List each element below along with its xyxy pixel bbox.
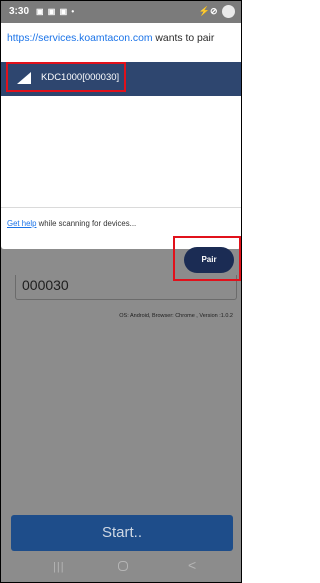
get-help-link[interactable]: Get help <box>7 219 36 228</box>
pair-request-text: wants to pair <box>152 33 215 44</box>
site-origin: https://services.koamtacon.com <box>7 33 153 44</box>
back-icon[interactable]: < <box>188 557 196 573</box>
dialog-title: https://services.koamtacon.com wants to … <box>7 33 214 44</box>
device-list: KDC1000[000030] <box>1 62 241 242</box>
scan-status: Get help while scanning for devices... <box>7 219 136 228</box>
dialog-divider <box>1 207 241 208</box>
pair-button[interactable]: Pair <box>184 247 234 273</box>
battery-icon <box>222 5 235 18</box>
start-button[interactable]: Start.. <box>11 515 233 551</box>
system-status-icons: ⚡⊘ <box>199 5 235 18</box>
device-id-value: 000030 <box>22 277 69 293</box>
home-icon[interactable] <box>118 561 128 571</box>
scan-status-text: while scanning for devices... <box>36 219 137 228</box>
device-highlight-box <box>6 62 126 92</box>
status-time: 3:30 <box>9 6 30 17</box>
mute-icon: ⚡⊘ <box>198 5 218 16</box>
os-info-text: OS: Android, Browser: Chrome , Version :… <box>119 313 233 319</box>
status-bar: 3:30 ▣ ▣ ▣ • ⚡⊘ <box>1 1 241 23</box>
system-nav-bar: ||| < <box>1 553 241 582</box>
phone-screen: 000030 OS: Android, Browser: Chrome , Ve… <box>0 0 242 583</box>
notification-icons: ▣ ▣ ▣ • <box>36 7 76 16</box>
bluetooth-pair-dialog: https://services.koamtacon.com wants to … <box>1 23 241 281</box>
recents-icon[interactable]: ||| <box>53 561 65 573</box>
